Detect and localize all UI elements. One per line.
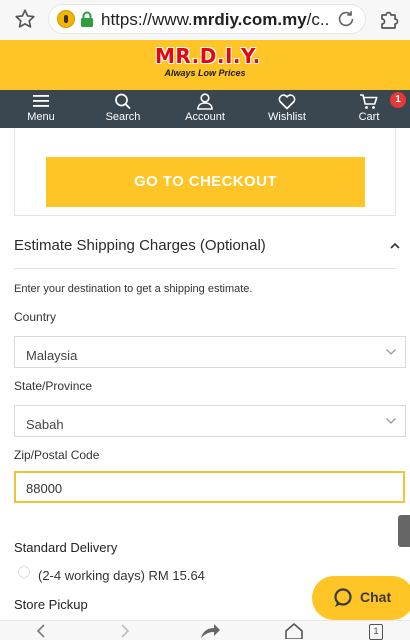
- browser-bottom-toolbar: 1: [0, 620, 410, 640]
- country-select[interactable]: Malaysia: [14, 336, 406, 368]
- nav-wishlist-label: Wishlist: [268, 111, 306, 123]
- lock-icon: [81, 11, 93, 27]
- nav-wishlist[interactable]: Wishlist: [246, 90, 328, 128]
- chevron-up-icon[interactable]: [389, 241, 401, 251]
- bookmark-star-icon[interactable]: [14, 8, 36, 30]
- state-select[interactable]: Sabah: [14, 405, 406, 437]
- home-icon[interactable]: [284, 623, 304, 639]
- cart-icon: [360, 94, 378, 109]
- url-domain: mrdiy.com.my: [192, 10, 307, 29]
- user-icon: [197, 93, 213, 110]
- nav-menu[interactable]: Menu: [0, 90, 82, 128]
- nav-account-label: Account: [185, 111, 225, 123]
- logo-wordmark: MR.D.I.Y.: [155, 44, 261, 68]
- heart-icon: [278, 94, 296, 110]
- side-scroll-tab[interactable]: [398, 515, 410, 547]
- nav-search-label: Search: [105, 111, 141, 123]
- address-bar[interactable]: https://www.mrdiy.com.my/c...: [48, 4, 366, 34]
- country-select-value: Malaysia: [26, 348, 78, 363]
- nav-search[interactable]: Search: [82, 90, 164, 128]
- chat-label: Chat: [360, 589, 392, 605]
- state-label: State/Province: [14, 379, 93, 393]
- nav-cart-label: Cart: [358, 111, 380, 123]
- nav-cart[interactable]: 1 Cart: [328, 90, 410, 128]
- back-arrow-icon[interactable]: [34, 623, 48, 639]
- chat-button[interactable]: Chat: [312, 576, 410, 620]
- zip-input[interactable]: 88000: [14, 471, 405, 503]
- share-icon[interactable]: [199, 623, 221, 639]
- store-pickup-heading: Store Pickup: [14, 597, 88, 612]
- brand-header: MR.D.I.Y. Always Low Prices: [0, 40, 410, 90]
- search-icon: [115, 93, 131, 110]
- url-suffix: /c...: [306, 10, 331, 29]
- forward-arrow-icon[interactable]: [118, 623, 132, 639]
- main-nav: Menu Search Account Wishlist 1 Cart: [0, 90, 410, 128]
- nav-menu-label: Menu: [27, 111, 55, 123]
- standard-delivery-radio[interactable]: [18, 566, 30, 578]
- site-favicon-icon: [57, 10, 75, 28]
- hamburger-menu-icon: [33, 95, 49, 107]
- chat-bubble-icon: [334, 588, 352, 607]
- state-select-value: Sabah: [26, 417, 64, 432]
- shipping-estimate-heading[interactable]: Estimate Shipping Charges (Optional): [14, 237, 266, 254]
- browser-toolbar: https://www.mrdiy.com.my/c...: [0, 0, 410, 40]
- shipping-helper-text: Enter your destination to get a shipping…: [14, 283, 253, 295]
- cart-count-badge: 1: [390, 92, 406, 108]
- country-label: Country: [14, 310, 57, 324]
- zip-input-value: 88000: [26, 481, 63, 496]
- url-prefix: https://www.: [101, 10, 193, 29]
- chevron-down-icon: [386, 418, 396, 424]
- nav-account[interactable]: Account: [164, 90, 246, 128]
- standard-delivery-option-label[interactable]: (2-4 working days) RM 15.64: [38, 568, 205, 583]
- standard-delivery-heading: Standard Delivery: [14, 540, 118, 555]
- section-divider: [14, 268, 396, 269]
- chevron-down-icon: [386, 349, 396, 355]
- extensions-puzzle-icon[interactable]: [378, 7, 402, 31]
- zip-label: Zip/Postal Code: [14, 448, 100, 462]
- tabs-count-icon[interactable]: 1: [369, 624, 383, 640]
- site-logo[interactable]: MR.D.I.Y. Always Low Prices: [155, 44, 261, 85]
- go-to-checkout-button[interactable]: GO TO CHECKOUT: [46, 157, 365, 207]
- url-text: https://www.mrdiy.com.my/c...: [101, 10, 331, 30]
- logo-tagline: Always Low Prices: [164, 68, 246, 78]
- reload-icon[interactable]: [335, 8, 357, 30]
